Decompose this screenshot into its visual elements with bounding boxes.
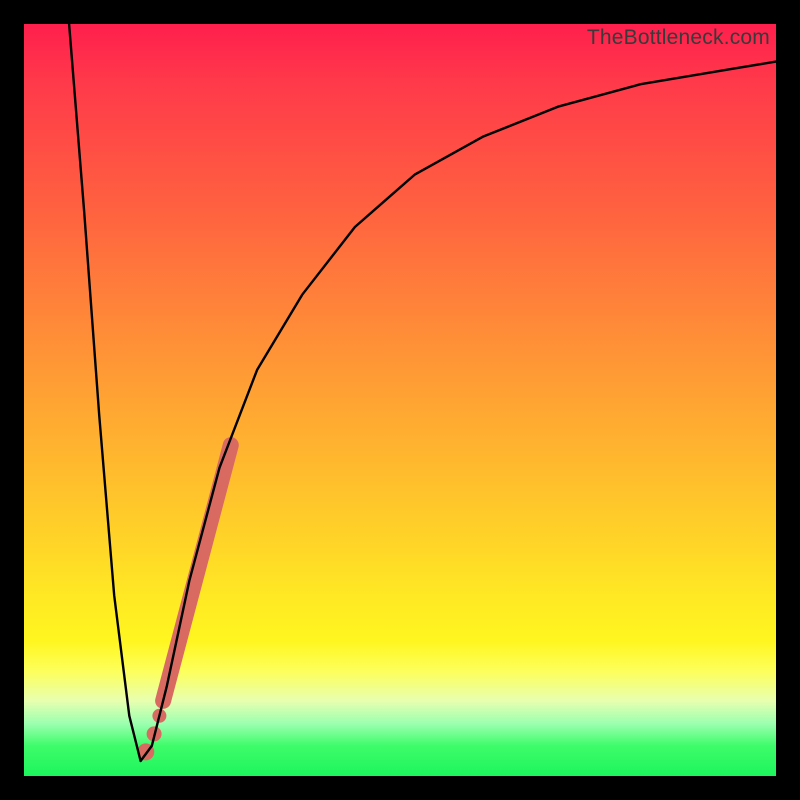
chart-frame: TheBottleneck.com — [0, 0, 800, 800]
highlight-dots — [137, 709, 166, 761]
curve-layer — [24, 24, 776, 776]
bottleneck-curve — [69, 24, 776, 761]
plot-area: TheBottleneck.com — [24, 24, 776, 776]
highlight-segment — [163, 445, 231, 701]
